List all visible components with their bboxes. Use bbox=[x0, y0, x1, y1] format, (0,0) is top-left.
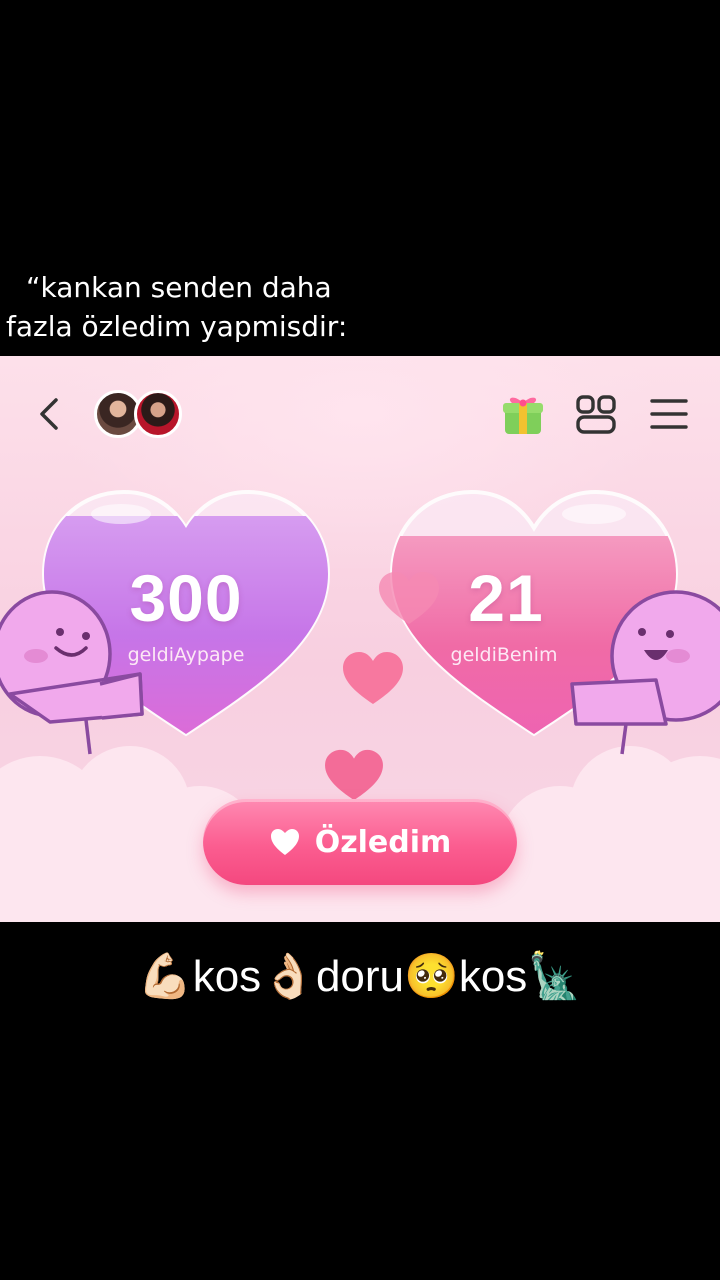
floating-heart-icon bbox=[325, 749, 383, 801]
gift-icon[interactable] bbox=[500, 392, 546, 438]
caption-top-line2: fazla özledim yapmisdir: bbox=[6, 310, 348, 343]
caption-top: “kankan senden daha fazla özledim yapmis… bbox=[6, 268, 426, 346]
widgets-icon[interactable] bbox=[574, 394, 618, 436]
floating-heart-icon bbox=[379, 572, 439, 624]
chevron-left-icon bbox=[40, 398, 58, 430]
back-button[interactable] bbox=[34, 392, 68, 436]
caption-top-line1: “kankan senden daha bbox=[26, 271, 332, 304]
character-left-illustration bbox=[0, 590, 144, 755]
hamburger-menu-icon[interactable] bbox=[648, 396, 690, 432]
heart-icon bbox=[270, 829, 299, 855]
miss-you-button-label: Özledim bbox=[314, 824, 452, 860]
avatar bbox=[134, 390, 182, 438]
caption-bottom: 💪🏻kos👌🏻doru🥺kos🗽 bbox=[137, 952, 583, 1001]
miss-you-button[interactable]: Özledim bbox=[203, 799, 517, 885]
couple-avatars[interactable] bbox=[94, 390, 186, 438]
floating-heart-icon bbox=[343, 652, 403, 704]
character-right-illustration bbox=[570, 590, 720, 755]
app-screen: ✦ ✦ ✦ ✦ bbox=[0, 356, 720, 922]
